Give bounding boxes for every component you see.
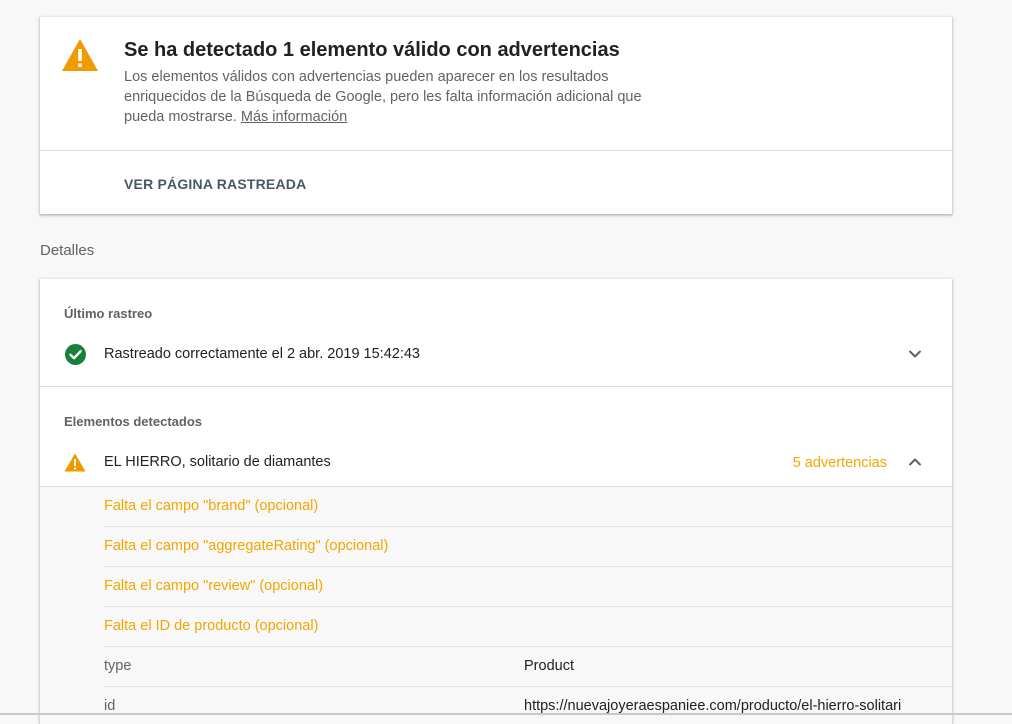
summary-description: Los elementos válidos con advertencias p… — [124, 67, 684, 127]
warning-text: Falta el ID de producto (opcional) — [104, 618, 319, 634]
warning-icon — [64, 453, 86, 472]
details-heading: Detalles — [40, 242, 95, 259]
warning-row: Falta el campo "brand" (opcional) — [104, 487, 952, 527]
summary-description-text: Los elementos válidos con advertencias p… — [124, 69, 642, 125]
warning-row: Falta el campo "aggregateRating" (opcion… — [104, 527, 952, 567]
warnings-panel: Falta el campo "brand" (opcional) Falta … — [40, 487, 952, 724]
property-key: id — [104, 698, 116, 714]
section-divider — [40, 386, 952, 387]
validation-summary-card: Se ha detectado 1 elemento válido con ad… — [40, 17, 952, 214]
summary-title: Se ha detectado 1 elemento válido con ad… — [124, 39, 620, 61]
property-key: type — [104, 658, 132, 674]
property-row: type Product — [104, 647, 952, 687]
property-row: id https://nuevajoyeraespaniee.com/produ… — [104, 687, 952, 724]
details-card: Último rastreo Rastreado correctamente e… — [40, 279, 952, 724]
check-circle-icon — [65, 344, 86, 365]
warning-icon — [62, 39, 98, 71]
property-value: https://nuevajoyeraespaniee.com/producto… — [524, 698, 902, 714]
warning-row: Falta el campo "review" (opcional) — [104, 567, 952, 607]
property-value: Product — [524, 658, 574, 674]
warning-text: Falta el campo "aggregateRating" (opcion… — [104, 538, 389, 554]
more-info-link[interactable]: Más información — [241, 109, 347, 125]
warning-row: Falta el ID de producto (opcional) — [104, 607, 952, 647]
chevron-up-icon[interactable] — [906, 453, 924, 471]
view-crawled-page-button[interactable]: VER PÁGINA RASTREADA — [124, 176, 306, 192]
warning-text: Falta el campo "review" (opcional) — [104, 578, 324, 594]
last-crawl-label: Último rastreo — [64, 306, 153, 321]
chevron-down-icon[interactable] — [906, 345, 924, 363]
warnings-count: 5 advertencias — [792, 455, 887, 471]
detected-items-label: Elementos detectados — [64, 414, 202, 429]
last-crawl-status: Rastreado correctamente el 2 abr. 2019 1… — [104, 346, 420, 362]
detected-item-name[interactable]: EL HIERRO, solitario de diamantes — [104, 454, 331, 470]
warning-text: Falta el campo "brand" (opcional) — [104, 498, 319, 514]
summary-divider — [40, 150, 952, 151]
